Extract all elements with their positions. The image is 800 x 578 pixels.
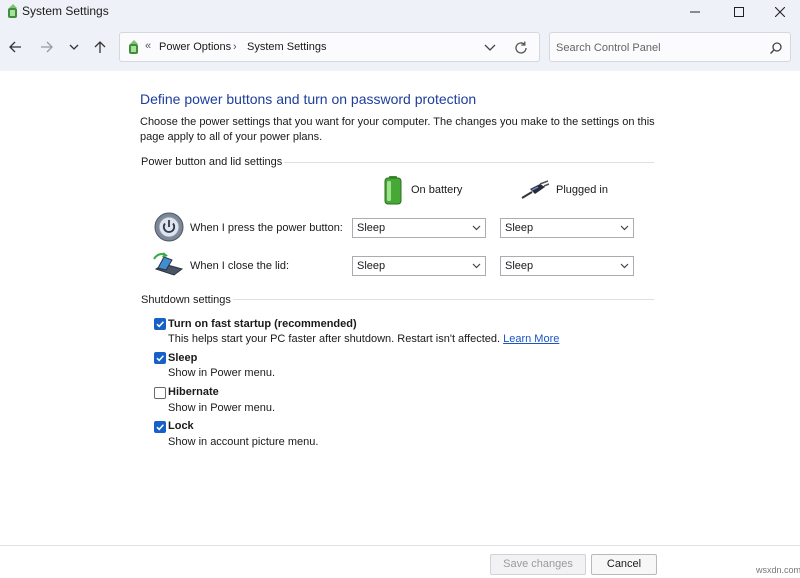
minimize-button[interactable] [672,0,718,23]
refresh-icon[interactable] [513,40,529,56]
power-button-battery-select[interactable]: Sleep [352,218,486,238]
breadcrumb-separator[interactable]: › [233,41,237,53]
column-on-battery: On battery [411,184,463,196]
page-description: Choose the power settings that you want … [140,116,655,143]
lid-plugged-select[interactable]: Sleep [500,256,634,276]
checkmark-icon [156,424,164,431]
laptop-lid-icon [153,252,184,276]
breadcrumb-system-settings[interactable]: System Settings [247,41,326,53]
save-changes-button[interactable]: Save changes [490,554,586,575]
chevron-down-icon [620,225,629,231]
watermark-text: wsxdn.com [756,565,800,575]
control-panel-icon [8,4,17,18]
arrow-left-icon [8,41,21,53]
shutdown-group-label: Shutdown settings [141,294,231,306]
power-button-label: When I press the power button: [190,222,343,234]
breadcrumb-power-options[interactable]: Power Options [159,41,231,53]
power-group-label: Power button and lid settings [141,156,283,168]
sleep-checkbox[interactable] [154,352,166,364]
chevron-down-icon [472,225,481,231]
lock-label[interactable]: Lock [168,420,194,432]
up-button[interactable] [90,37,110,57]
address-dropdown-icon[interactable] [482,41,498,55]
window-title: System Settings [22,4,109,18]
lock-description: Show in account picture menu. [168,436,319,448]
maximize-button[interactable] [716,0,762,23]
close-button[interactable] [757,0,800,23]
select-value: Sleep [505,260,534,272]
hibernate-description: Show in Power menu. [168,402,275,414]
address-bar[interactable]: « Power Options › System Settings [119,32,540,62]
forward-button[interactable] [36,37,56,57]
footer-divider [0,545,800,546]
select-value: Sleep [505,222,534,234]
minimize-icon [690,11,700,12]
breadcrumb-overflow[interactable]: « [145,40,151,52]
search-input[interactable] [556,40,756,56]
sleep-label[interactable]: Sleep [168,352,197,364]
lock-checkbox[interactable] [154,421,166,433]
hibernate-checkbox[interactable] [154,387,166,399]
navigation-bar: « Power Options › System Settings [0,23,800,71]
select-value: Sleep [357,222,386,234]
power-plug-icon [521,180,550,199]
title-bar: System Settings [0,0,800,23]
battery-icon [384,176,402,205]
fast-startup-desc-text: This helps start your PC faster after sh… [168,333,501,345]
fast-startup-checkbox[interactable] [154,318,166,330]
group-divider [284,162,654,163]
column-plugged-in: Plugged in [556,184,608,196]
search-box[interactable] [549,32,791,62]
select-value: Sleep [357,260,386,272]
learn-more-link[interactable]: Learn More [503,333,559,345]
checkmark-icon [156,355,164,362]
close-icon [775,6,785,17]
fast-startup-label[interactable]: Turn on fast startup (recommended) [168,318,357,330]
fast-startup-description: This helps start your PC faster after sh… [168,333,559,345]
power-button-plugged-select[interactable]: Sleep [500,218,634,238]
lid-battery-select[interactable]: Sleep [352,256,486,276]
chevron-down-icon [472,263,481,269]
page-title: Define power buttons and turn on passwor… [140,91,477,107]
sleep-description: Show in Power menu. [168,367,275,379]
back-button[interactable] [5,37,25,57]
hibernate-label[interactable]: Hibernate [168,386,219,398]
arrow-up-icon [94,40,106,53]
maximize-icon [734,6,744,17]
recent-locations-button[interactable] [64,37,84,57]
cancel-button[interactable]: Cancel [591,554,657,575]
power-button-icon [154,212,184,242]
control-panel-icon [129,40,138,54]
search-icon[interactable] [768,40,784,56]
chevron-down-icon [69,44,79,50]
arrow-right-icon [40,41,53,53]
chevron-down-icon [620,263,629,269]
lid-label: When I close the lid: [190,260,290,272]
group-divider [233,299,654,300]
checkmark-icon [156,321,164,328]
